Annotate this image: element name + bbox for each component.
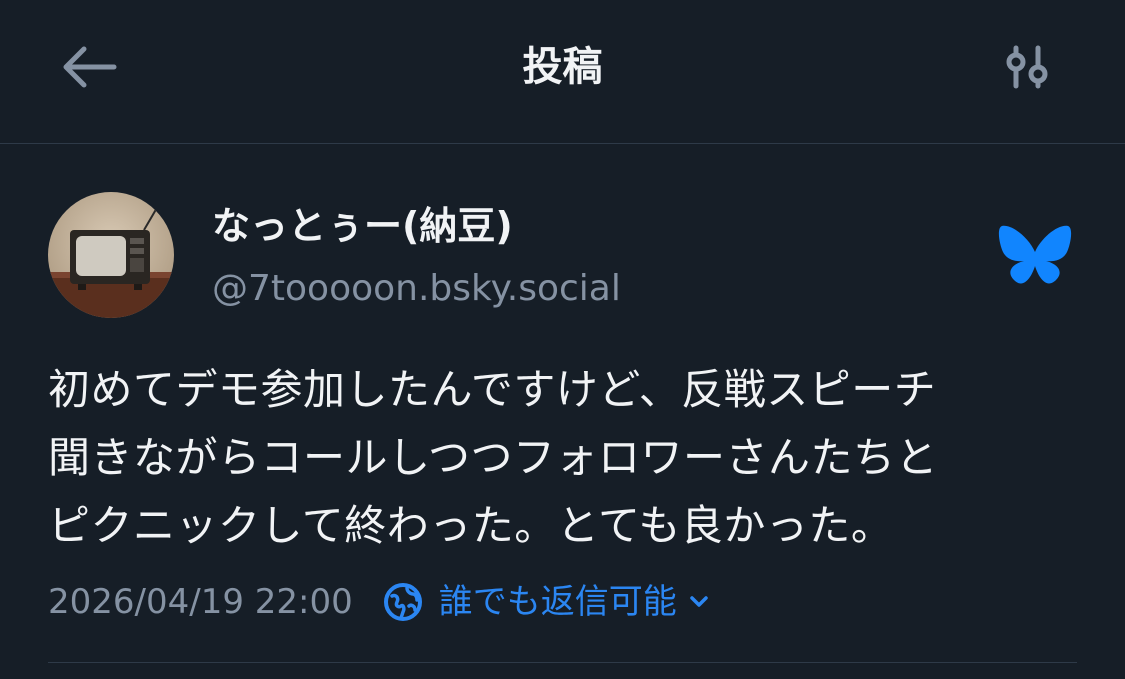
divider: [48, 662, 1077, 663]
author-display-name[interactable]: なっとぅー(納豆): [212, 198, 513, 254]
post-meta: 2026/04/19 22:00 誰でも返信可能: [48, 574, 709, 630]
chevron-down-icon: [690, 596, 708, 607]
sliders-icon: [1006, 45, 1048, 89]
vintage-tv-avatar-image: [48, 192, 174, 318]
thread-settings-button[interactable]: [996, 40, 1060, 94]
post-screen: 投稿 なっとぅー(納豆) @7tooooon.bsky.social 初めてデモ…: [0, 0, 1125, 679]
author-handle[interactable]: @7tooooon.bsky.social: [212, 262, 621, 316]
page-title: 投稿: [522, 44, 603, 90]
reply-setting-label: 誰でも返信可能: [438, 582, 677, 622]
reply-setting-button[interactable]: 誰でも返信可能: [383, 574, 709, 630]
header-bar: 投稿: [0, 0, 1125, 144]
post-text: 初めてデモ参加したんですけど、反戦スピーチ 聞きながらコールしつつフォロワーさん…: [48, 365, 938, 550]
globe-icon: [383, 583, 422, 621]
post-timestamp: 2026/04/19 22:00: [48, 582, 353, 622]
bluesky-butterfly-icon: [998, 222, 1072, 288]
avatar[interactable]: [48, 192, 174, 318]
